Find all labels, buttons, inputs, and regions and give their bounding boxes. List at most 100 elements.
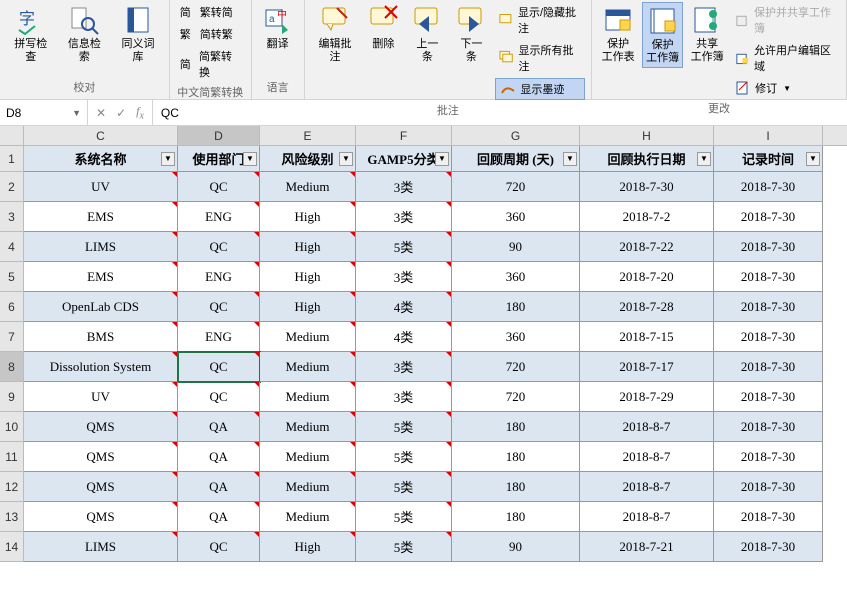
- cell[interactable]: 90: [452, 232, 580, 262]
- show-all-comments-button[interactable]: 显示所有批注: [495, 40, 585, 76]
- next-comment-button[interactable]: 下一条: [451, 2, 491, 66]
- cell[interactable]: EMS: [24, 262, 178, 292]
- cell[interactable]: Medium: [260, 442, 356, 472]
- cell[interactable]: 2018-7-30: [714, 412, 823, 442]
- column-header-F[interactable]: F: [356, 126, 452, 145]
- trad-to-simp-button[interactable]: 简繁转简: [176, 2, 245, 22]
- cell[interactable]: 2018-7-20: [580, 262, 714, 292]
- cell[interactable]: UV: [24, 382, 178, 412]
- row-header[interactable]: 2: [0, 172, 24, 202]
- table-header-cell[interactable]: 回顾周期 (天)▼: [452, 146, 580, 172]
- cell[interactable]: 90: [452, 532, 580, 562]
- name-box[interactable]: D8 ▼: [0, 100, 88, 125]
- cell[interactable]: 720: [452, 172, 580, 202]
- column-header-D[interactable]: D: [178, 126, 260, 145]
- column-header-C[interactable]: C: [24, 126, 178, 145]
- track-changes-button[interactable]: 修订▼: [731, 78, 840, 98]
- row-header[interactable]: 12: [0, 472, 24, 502]
- row-header[interactable]: 8: [0, 352, 24, 382]
- row-header[interactable]: 3: [0, 202, 24, 232]
- cell[interactable]: Medium: [260, 472, 356, 502]
- cell[interactable]: 2018-8-7: [580, 472, 714, 502]
- cell[interactable]: QC: [178, 352, 260, 382]
- cell[interactable]: 720: [452, 382, 580, 412]
- cell[interactable]: 2018-7-30: [714, 232, 823, 262]
- cell[interactable]: 2018-7-30: [714, 472, 823, 502]
- cell[interactable]: UV: [24, 172, 178, 202]
- formula-input[interactable]: QC: [153, 106, 847, 120]
- delete-comment-button[interactable]: 删除: [363, 2, 403, 53]
- table-header-cell[interactable]: GAMP5分类▼: [356, 146, 452, 172]
- filter-button[interactable]: ▼: [339, 152, 353, 166]
- cell[interactable]: QMS: [24, 412, 178, 442]
- function-icon[interactable]: fx: [136, 104, 144, 121]
- cell[interactable]: 5类: [356, 472, 452, 502]
- cell[interactable]: QA: [178, 472, 260, 502]
- toggle-chinese-button[interactable]: 简简繁转换: [176, 46, 245, 82]
- row-header[interactable]: 4: [0, 232, 24, 262]
- share-workbook-button[interactable]: 共享 工作簿: [687, 2, 727, 66]
- cell[interactable]: Medium: [260, 502, 356, 532]
- cell[interactable]: QC: [178, 232, 260, 262]
- spell-check-button[interactable]: 字 拼写检查: [6, 2, 56, 66]
- cell[interactable]: 2018-7-17: [580, 352, 714, 382]
- cell[interactable]: High: [260, 262, 356, 292]
- cell[interactable]: 2018-7-30: [580, 172, 714, 202]
- cell[interactable]: 180: [452, 502, 580, 532]
- cell[interactable]: High: [260, 292, 356, 322]
- cell[interactable]: 2018-7-30: [714, 172, 823, 202]
- row-header[interactable]: 1: [0, 146, 24, 172]
- filter-button[interactable]: ▼: [563, 152, 577, 166]
- cell[interactable]: 2018-7-30: [714, 382, 823, 412]
- cell[interactable]: 2018-7-30: [714, 262, 823, 292]
- cell[interactable]: 3类: [356, 202, 452, 232]
- cell[interactable]: 2018-7-30: [714, 502, 823, 532]
- protect-workbook-button[interactable]: 保护 工作簿: [642, 2, 683, 68]
- cell[interactable]: QA: [178, 502, 260, 532]
- cell[interactable]: Medium: [260, 172, 356, 202]
- cell[interactable]: 2018-7-30: [714, 352, 823, 382]
- cell[interactable]: 2018-7-22: [580, 232, 714, 262]
- cell[interactable]: 2018-7-28: [580, 292, 714, 322]
- cell[interactable]: 2018-7-30: [714, 292, 823, 322]
- cell[interactable]: LIMS: [24, 532, 178, 562]
- edit-comment-button[interactable]: 编辑批注: [311, 2, 360, 66]
- cancel-icon[interactable]: ✕: [96, 106, 106, 120]
- column-header-G[interactable]: G: [452, 126, 580, 145]
- thesaurus-button[interactable]: 同义词库: [113, 2, 163, 66]
- cell[interactable]: 180: [452, 412, 580, 442]
- show-hide-comment-button[interactable]: 显示/隐藏批注: [495, 2, 585, 38]
- cell[interactable]: Medium: [260, 412, 356, 442]
- cell[interactable]: Dissolution System: [24, 352, 178, 382]
- cell[interactable]: 180: [452, 292, 580, 322]
- column-header-H[interactable]: H: [580, 126, 714, 145]
- cell[interactable]: 180: [452, 442, 580, 472]
- cell[interactable]: 3类: [356, 262, 452, 292]
- cell[interactable]: 360: [452, 322, 580, 352]
- cell[interactable]: QA: [178, 412, 260, 442]
- cell[interactable]: ENG: [178, 202, 260, 232]
- cell[interactable]: 2018-7-21: [580, 532, 714, 562]
- cell[interactable]: High: [260, 202, 356, 232]
- cell[interactable]: Medium: [260, 322, 356, 352]
- table-header-cell[interactable]: 系统名称▼: [24, 146, 178, 172]
- cell[interactable]: Medium: [260, 352, 356, 382]
- cell[interactable]: QMS: [24, 442, 178, 472]
- prev-comment-button[interactable]: 上一条: [407, 2, 447, 66]
- table-header-cell[interactable]: 回顾执行日期▼: [580, 146, 714, 172]
- row-header[interactable]: 11: [0, 442, 24, 472]
- show-ink-button[interactable]: 显示墨迹: [495, 78, 585, 100]
- cell[interactable]: 360: [452, 262, 580, 292]
- table-header-cell[interactable]: 记录时间▼: [714, 146, 823, 172]
- cell[interactable]: QMS: [24, 502, 178, 532]
- cell[interactable]: ENG: [178, 322, 260, 352]
- cell[interactable]: QC: [178, 532, 260, 562]
- cell[interactable]: 5类: [356, 532, 452, 562]
- allow-edit-button[interactable]: 允许用户编辑区域: [731, 40, 840, 76]
- cell[interactable]: 5类: [356, 232, 452, 262]
- cell[interactable]: 2018-7-15: [580, 322, 714, 352]
- cell[interactable]: 4类: [356, 322, 452, 352]
- row-header[interactable]: 10: [0, 412, 24, 442]
- cell[interactable]: High: [260, 532, 356, 562]
- cell[interactable]: 180: [452, 472, 580, 502]
